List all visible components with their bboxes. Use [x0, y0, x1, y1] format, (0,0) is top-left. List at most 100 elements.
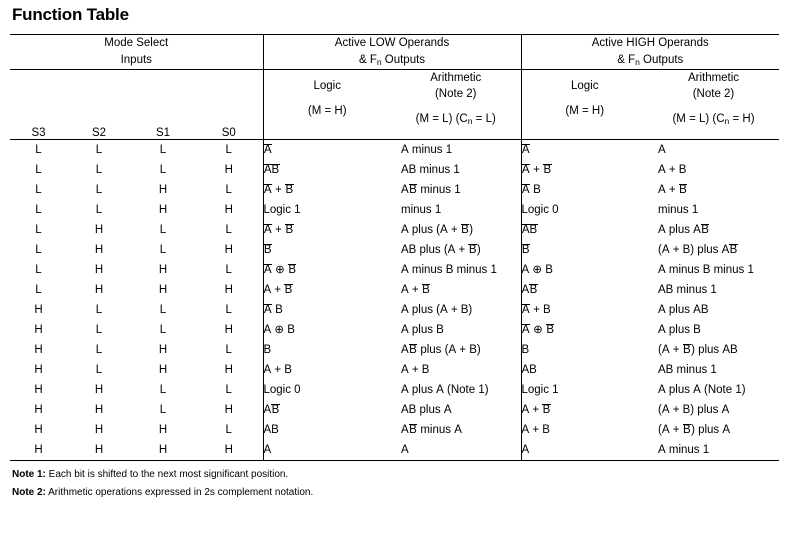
- expr-text: A: [263, 443, 272, 456]
- select-bit-s0: H: [224, 363, 233, 376]
- expr-text: minus 1: [401, 203, 442, 216]
- expr-text: AB minus 1: [658, 283, 717, 296]
- overline-term: B: [271, 403, 280, 416]
- cell-arithmetic-active-high: (A + B) plus A: [648, 400, 779, 420]
- cell-logic-active-high: B: [520, 339, 648, 360]
- cell-logic-active-low: A: [262, 138, 391, 160]
- expr-text: A: [521, 283, 530, 296]
- cn-subscript-high: n: [724, 115, 730, 126]
- select-bit-s0: H: [224, 323, 233, 336]
- cell-logic-active-high: A + B: [520, 299, 648, 320]
- overline-term: B: [460, 223, 470, 236]
- expr-text: A +: [401, 283, 422, 296]
- expr-text: AB plus (A +: [401, 243, 469, 256]
- select-bit-s3: L: [35, 183, 42, 196]
- expr-text: Logic 1: [521, 383, 559, 396]
- select-bit-s0: L: [225, 303, 232, 316]
- select-bit-s2: L: [95, 363, 103, 376]
- cell-arithmetic-active-high: A: [648, 138, 779, 160]
- select-bit-s1: H: [158, 183, 168, 196]
- select-bit-s0: H: [224, 163, 233, 176]
- select-bit-s2: H: [94, 283, 104, 296]
- header-s1: S1: [155, 126, 171, 139]
- cell-arithmetic-active-low: AB minus 1: [391, 160, 521, 180]
- table-row: L L L H AB AB minus 1A + BA + B: [10, 159, 779, 180]
- overline-term: B: [285, 223, 294, 236]
- expr-text: ⊕: [529, 323, 546, 336]
- cell-arithmetic-active-low: A minus B minus 1: [391, 260, 521, 280]
- cell-logic-active-low: Logic 0: [262, 379, 391, 400]
- table-row: L L H H Logic 1 minus 1 Logic 0 minus 1: [10, 199, 779, 220]
- expr-text: A + B: [658, 163, 687, 176]
- select-bit-s3: H: [34, 443, 43, 456]
- cell-arithmetic-active-high: (A + B) plus AB: [648, 340, 779, 360]
- select-bit-s0: L: [225, 423, 232, 436]
- cell-logic-active-high: A + B: [520, 159, 648, 180]
- select-bit-s0: H: [224, 283, 233, 296]
- header-spacer: [10, 68, 263, 127]
- expr-text: B: [529, 183, 541, 196]
- select-bit-s1: L: [131, 138, 195, 160]
- header-arithmetic-high: Arithmetic (Note 2) (M = L) (Cn = H): [648, 68, 779, 127]
- cell-logic-active-low: B: [262, 239, 391, 260]
- cell-arithmetic-active-low: A + B: [391, 280, 521, 300]
- cell-logic-active-high: A B: [520, 179, 648, 200]
- cell-arithmetic-active-high: A + B: [648, 180, 779, 200]
- cell-logic-active-low: AB: [262, 399, 391, 420]
- select-bit-s1: H: [158, 283, 168, 296]
- overline-term: B: [468, 243, 477, 256]
- cell-logic-active-low: A + B: [262, 179, 391, 200]
- select-bit-s1: L: [159, 163, 167, 176]
- cell-arithmetic-active-low: A plus (A + B): [391, 300, 521, 320]
- cell-arithmetic-active-high: (A + B) plus AB: [648, 240, 779, 260]
- select-bit-s2: H: [94, 443, 104, 456]
- cell-logic-active-high: A + B: [520, 399, 648, 420]
- cell-arithmetic-active-high: AB minus 1: [648, 280, 779, 300]
- overline-term: AB: [521, 223, 538, 236]
- note-text: Arithmetic operations expressed in 2s co…: [45, 486, 314, 498]
- select-bit-s0: H: [224, 443, 233, 456]
- cell-logic-active-high: AB: [520, 359, 648, 380]
- expr-text: (A +: [658, 343, 683, 356]
- select-bit-s2: L: [95, 183, 103, 196]
- expr-text: +: [529, 163, 544, 176]
- note-label: Note 1:: [12, 468, 46, 480]
- expr-text: Logic 0: [521, 203, 559, 216]
- select-bit-s3: L: [35, 283, 42, 296]
- cell-arithmetic-active-high: A plus AB: [648, 220, 779, 240]
- cell-logic-active-low: A B: [262, 299, 391, 320]
- overline-term: B: [408, 183, 418, 196]
- table-row: L H L H B AB plus (A + B) B (A + B) plus AB: [10, 239, 779, 260]
- expr-text: A: [658, 143, 666, 156]
- note: Note 1: Each bit is shifted to the next …: [12, 466, 779, 484]
- header-subgroup-row: Logic (M = H) Arithmetic (Note 2) (M = L…: [10, 68, 779, 127]
- notes-section: Note 1: Each bit is shifted to the next …: [10, 466, 779, 502]
- overline-term: B: [678, 183, 688, 196]
- expr-text: +: [271, 223, 286, 236]
- select-bit-s3: H: [34, 303, 43, 316]
- cell-arithmetic-active-high: A minus 1: [648, 440, 779, 461]
- cell-logic-active-low: A + B: [262, 359, 391, 380]
- table-row: H H H H A A A A minus 1: [10, 439, 779, 461]
- cell-logic-active-high: Logic 0: [520, 199, 648, 220]
- cell-arithmetic-active-low: AB minus A: [391, 420, 521, 440]
- overline-term: A: [263, 183, 272, 196]
- expr-text: A +: [658, 183, 679, 196]
- header-select-row: S3 S2 S1 S0: [10, 126, 779, 140]
- expr-text: ): [476, 243, 481, 256]
- select-bit-s2: L: [95, 343, 103, 356]
- header-s3: S3: [31, 126, 46, 139]
- select-bit-s3: L: [35, 203, 42, 216]
- expr-text: Logic 0: [263, 383, 301, 396]
- table-row: H L H L B AB plus (A + B) B (A + B) plus AB: [10, 339, 779, 360]
- select-bit-s3: H: [34, 423, 43, 436]
- cell-logic-active-high: AB: [520, 279, 648, 300]
- header-active-low: Active LOW Operands & Fn Outputs: [262, 33, 521, 70]
- header-active-high: Active HIGH Operands & Fn Outputs: [520, 33, 779, 70]
- table-row: LLHLA + B AB minus 1A BA + B: [10, 179, 779, 200]
- overline-term: B: [729, 243, 738, 256]
- overline-term: B: [682, 343, 692, 356]
- table-row: H H H L AB AB minus AA + B (A + B) plus A: [10, 419, 779, 440]
- expr-text: A ⊕ B: [263, 323, 295, 336]
- function-table: Mode Select Inputs Active LOW Operands &…: [10, 33, 779, 461]
